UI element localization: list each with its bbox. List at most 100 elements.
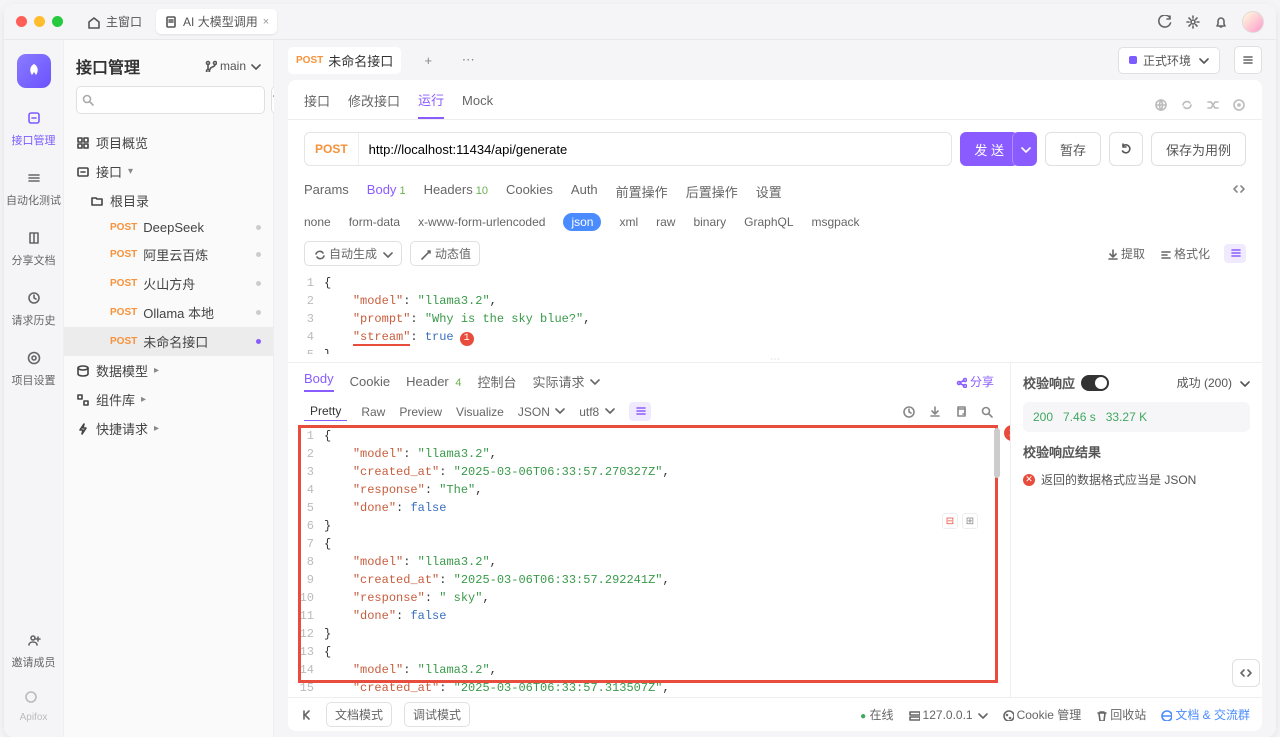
rail-settings[interactable]: 项目设置 [12,348,56,388]
branch-selector[interactable]: main [205,59,261,73]
close-tab-icon[interactable]: × [263,16,269,28]
view-pretty[interactable]: Pretty [304,402,347,421]
share-button[interactable]: 分享 [955,373,994,390]
doc-tab[interactable]: AI 大模型调用 × [156,9,277,34]
tab-more-button[interactable]: ⋯ [455,47,481,73]
subtab-api[interactable]: 接口 [304,91,330,118]
more-button[interactable] [1224,244,1246,263]
menu-button[interactable] [1234,46,1262,74]
method-selector[interactable]: POST [305,133,359,165]
app-logo[interactable] [17,54,51,88]
feedback-button[interactable]: 文档 & 交流群 [1160,706,1250,723]
search-icon[interactable] [980,405,994,419]
shuffle-icon[interactable] [1206,98,1220,112]
save-case-button[interactable]: 保存为用例 [1151,132,1246,166]
code-view-button[interactable] [1232,182,1246,201]
view-type[interactable]: JSON [518,404,565,419]
window-controls[interactable] [16,16,63,27]
tree-api-root[interactable]: 接口 ▾ [64,157,273,186]
refresh-icon[interactable] [1180,98,1194,112]
search-input[interactable] [76,86,265,114]
scrollbar-thumb[interactable] [994,428,1000,478]
tree-root-dir[interactable]: 根目录 [64,186,273,215]
tree-item-deepseek[interactable]: POSTDeepSeek [64,215,273,240]
chevron-down-icon[interactable] [1238,377,1250,389]
tree-item-ollama[interactable]: POSTOllama 本地 [64,298,273,327]
tab-cookies[interactable]: Cookies [506,182,553,201]
main-window-tab[interactable]: 主窗口 [79,9,150,34]
autogen-button[interactable]: 自动生成 [304,241,402,266]
subtab-edit[interactable]: 修改接口 [348,91,400,118]
send-button[interactable]: 发 送 [960,132,1018,166]
download-icon[interactable] [928,405,942,419]
tab-post[interactable]: 后置操作 [686,182,738,201]
float-button[interactable] [1232,659,1260,687]
globe-icon[interactable] [1154,98,1168,112]
resp-tab-actual[interactable]: 实际请求 [533,372,601,391]
view-encoding[interactable]: utf8 [579,404,614,419]
debug-mode-button[interactable]: 调试模式 [404,702,470,727]
reset-button[interactable] [1109,132,1143,166]
url-input[interactable] [359,142,952,157]
close-icon[interactable] [16,16,27,27]
request-body-editor[interactable]: 1{2 "model": "llama3.2",3 "prompt": "Why… [288,272,1262,354]
environment-selector[interactable]: 正式环境 [1118,47,1220,74]
tab-auth[interactable]: Auth [571,182,598,201]
new-tab-button[interactable]: + [415,47,441,73]
tree-data-model[interactable]: 数据模型▸ [64,356,273,385]
response-body-viewer[interactable]: 1{2 "model": "llama3.2",3 "created_at": … [288,425,1010,697]
copy-icon[interactable] [954,405,968,419]
rail-share-doc[interactable]: 分享文档 [12,228,56,268]
collapse-icon[interactable]: ⊟ [942,513,958,529]
dynamic-value-button[interactable]: 动态值 [410,241,480,266]
body-type-raw[interactable]: raw [656,215,675,229]
send-dropdown[interactable] [1012,132,1037,166]
tree-item-aliyun[interactable]: POST阿里云百炼 [64,240,273,269]
expand-icon[interactable]: ⊞ [962,513,978,529]
view-more[interactable] [629,402,651,421]
rail-invite[interactable]: 邀请成员 [12,630,56,670]
doc-mode-button[interactable]: 文档模式 [326,702,392,727]
body-type-msgpack[interactable]: msgpack [812,215,860,229]
resp-tab-header[interactable]: Header 4 [406,374,461,389]
tab-settings[interactable]: 设置 [756,182,782,201]
bell-icon[interactable] [1214,15,1228,29]
body-type-graphql[interactable]: GraphQL [744,215,793,229]
trash-button[interactable]: 回收站 [1095,706,1146,723]
body-type-xml[interactable]: xml [619,215,638,229]
tree-shortcuts[interactable]: 快捷请求▸ [64,414,273,443]
subtab-mock[interactable]: Mock [462,93,493,116]
extract-button[interactable]: 提取 [1106,244,1145,263]
tab-params[interactable]: Params [304,182,349,201]
body-type-json[interactable]: json [563,213,601,231]
rail-auto-test[interactable]: 自动化测试 [6,168,61,208]
maximize-icon[interactable] [52,16,63,27]
view-preview[interactable]: Preview [399,405,442,419]
tab-body[interactable]: Body1 [367,182,406,201]
collapse-left-icon[interactable] [300,708,314,722]
view-raw[interactable]: Raw [361,405,385,419]
resp-tab-body[interactable]: Body [304,371,334,392]
tree-item-unnamed[interactable]: POST未命名接口 [64,327,273,356]
resize-handle[interactable]: ⋯ [288,354,1262,362]
save-icon[interactable] [902,405,916,419]
subtab-run[interactable]: 运行 [418,90,444,119]
minimize-icon[interactable] [34,16,45,27]
tab-headers[interactable]: Headers10 [424,182,488,201]
format-button[interactable]: 格式化 [1159,244,1210,263]
view-visualize[interactable]: Visualize [456,405,504,419]
tab-pre[interactable]: 前置操作 [616,182,668,201]
resp-tab-console[interactable]: 控制台 [478,372,517,391]
rail-api-mgmt[interactable]: 接口管理 [12,108,56,148]
validate-toggle[interactable] [1081,375,1109,391]
save-temp-button[interactable]: 暂存 [1045,132,1101,166]
settings-icon[interactable] [1186,15,1200,29]
body-type-formdata[interactable]: form-data [349,215,400,229]
host-selector[interactable]: 127.0.0.1 [908,708,988,722]
tree-components[interactable]: 组件库▸ [64,385,273,414]
cookie-mgmt-button[interactable]: Cookie 管理 [1002,706,1082,723]
resp-tab-cookie[interactable]: Cookie [350,374,390,389]
refresh-icon[interactable] [1158,15,1172,29]
target-icon[interactable] [1232,98,1246,112]
rail-history[interactable]: 请求历史 [12,288,56,328]
